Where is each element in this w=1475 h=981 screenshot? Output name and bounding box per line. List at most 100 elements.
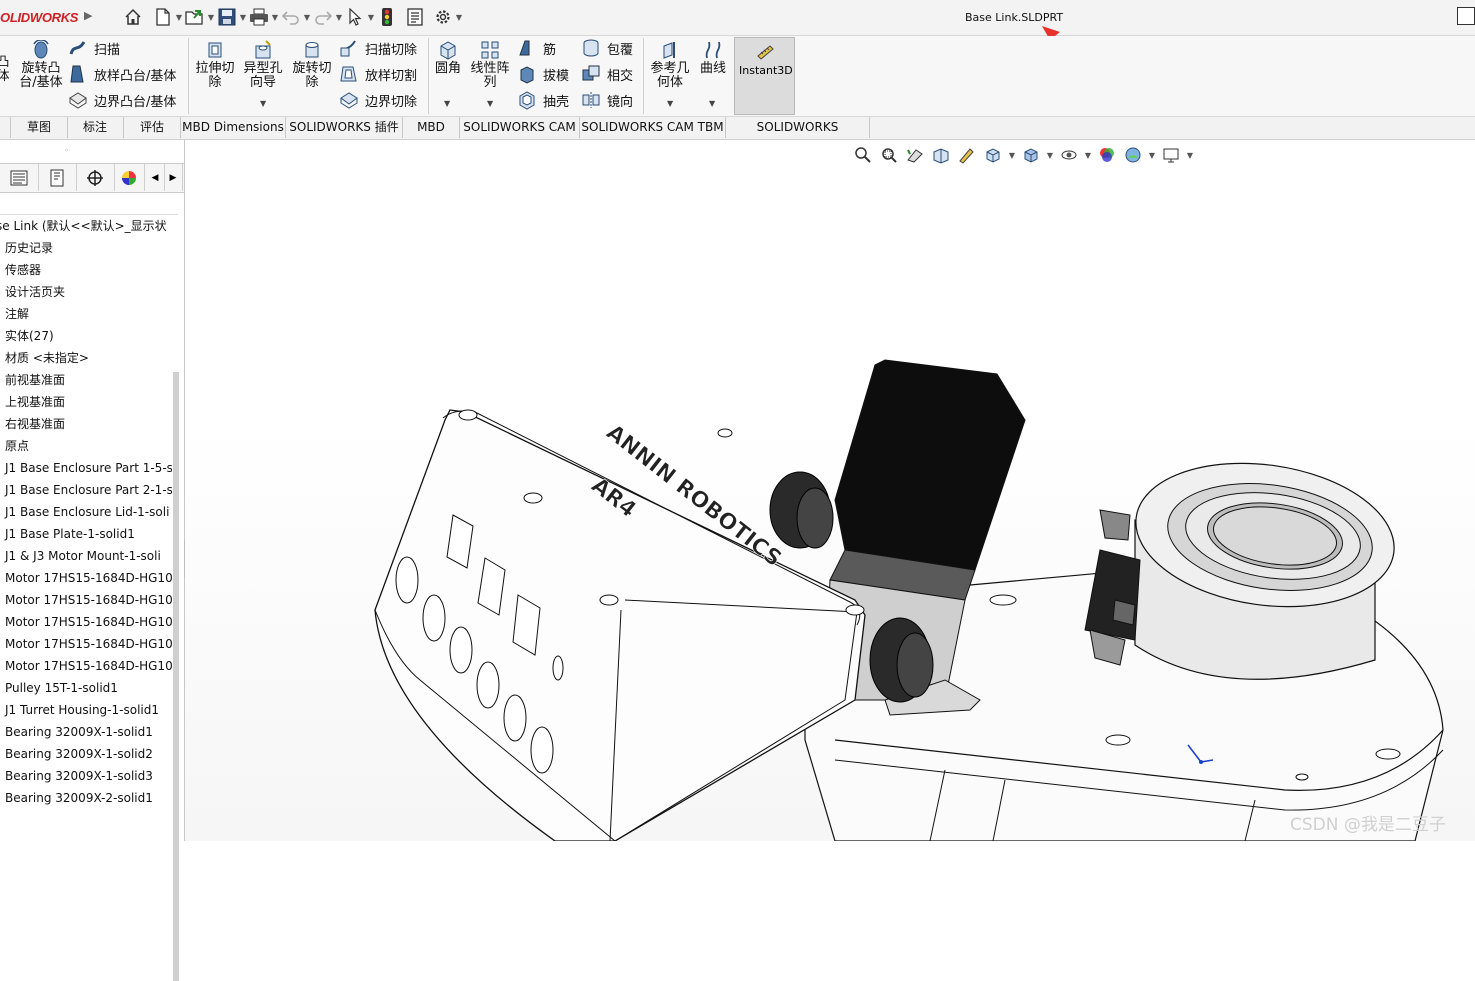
print-dropdown-arrow[interactable]: ▼ [270,13,280,22]
linear-pattern-button[interactable]: 线性阵列 [468,40,512,90]
tree-item-body[interactable]: Motor 17HS15-1684D-HG10 [0,590,172,612]
intersect-button[interactable]: 相交 [581,63,633,85]
tree-item-body[interactable]: Bearing 32009X-2-solid1 [0,788,172,810]
redo-icon[interactable] [312,6,334,28]
tree-root-part[interactable]: se Link (默认<<默认>_显示状 [0,216,172,238]
redo-dropdown-arrow[interactable]: ▼ [334,13,344,22]
swept-cut-button[interactable]: 扫描切除 [339,37,417,59]
undo-dropdown-arrow[interactable]: ▼ [302,13,312,22]
boundary-cut-button[interactable]: 边界切除 [339,89,417,111]
tree-item-body[interactable]: Motor 17HS15-1684D-HG10 [0,612,172,634]
reference-geometry-button[interactable]: 参考几 何体 [648,40,692,90]
appearance-tab-icon[interactable] [114,164,145,191]
tree-item-right-plane[interactable]: 右视基准面 [0,414,172,436]
tree-item-material[interactable]: 材质 <未指定> [0,348,172,370]
lofted-cut-button[interactable]: 放样切割 [339,63,417,85]
open-icon[interactable] [184,6,206,28]
tree-item-body[interactable]: J1 Base Enclosure Part 2-1-s [0,480,172,502]
revolve-boss-button[interactable]: 旋转凸 台/基体 [18,40,64,90]
rebuild-icon[interactable] [376,6,398,28]
title-bar: OLIDWORKS ▶ ▼ ▼ ▼ ▼ ▼ ▼ ▼ ▼ Base Link.SL… [0,0,1475,36]
tree-item-top-plane[interactable]: 上视基准面 [0,392,172,414]
panel-tab-scroll-right-icon[interactable]: ▶ [164,164,183,191]
property-manager-tab-icon[interactable] [38,164,77,191]
tab-mbd-dimensions[interactable]: MBD Dimensions [181,117,286,138]
partial-extrude-boss-button[interactable]: 凸体 [0,56,10,84]
sweep-button[interactable]: 扫描 [68,37,120,59]
tree-item-body[interactable]: Bearing 32009X-1-solid3 [0,766,172,788]
tree-item-design-binder[interactable]: 设计活页夹 [0,282,172,304]
quick-access-toolbar: ▼ ▼ ▼ ▼ ▼ ▼ ▼ ▼ [122,6,464,28]
save-dropdown-arrow[interactable]: ▼ [238,13,248,22]
new-document-icon[interactable] [152,6,174,28]
options-icon[interactable] [432,6,454,28]
boundary-boss-button[interactable]: 边界凸台/基体 [68,89,176,111]
tree-item-body[interactable]: Motor 17HS15-1684D-HG10 [0,656,172,678]
curves-dropdown-arrow[interactable]: ▼ [709,99,715,108]
graphics-area[interactable]: ▼ ▼ ▼ ▼ ▼ ANNIN ROBOTICS AR4 [185,140,1475,841]
loft-boss-button[interactable]: 放样凸台/基体 [68,63,176,85]
feature-tree-tab-icon[interactable] [0,164,39,191]
tree-item-body[interactable]: Motor 17HS15-1684D-HG10 [0,568,172,590]
open-dropdown-arrow[interactable]: ▼ [206,13,216,22]
tree-item-origin[interactable]: 原点 [0,436,172,458]
tree-item-body[interactable]: Motor 17HS15-1684D-HG10 [0,634,172,656]
scrollbar-thumb[interactable] [173,372,179,981]
draft-button[interactable]: 拔模 [517,63,569,85]
shell-button[interactable]: 抽壳 [517,89,569,111]
configuration-manager-tab-icon[interactable] [76,164,115,191]
tree-item-body[interactable]: J1 Base Plate-1-solid1 [0,524,172,546]
options-dropdown-arrow[interactable]: ▼ [454,13,464,22]
select-icon[interactable] [344,6,366,28]
new-dropdown-arrow[interactable]: ▼ [174,13,184,22]
tree-item-body[interactable]: J1 Base Enclosure Lid-1-soli [0,502,172,524]
tab-markup[interactable]: 标注 [67,117,124,138]
rib-button[interactable]: 筋 [517,37,556,59]
tab-sketch[interactable]: 草图 [10,117,68,138]
tree-item-body[interactable]: Bearing 32009X-1-solid1 [0,722,172,744]
tab-solidworks-cam[interactable]: SOLIDWORKS CAM [460,117,580,138]
tree-item-body[interactable]: J1 & J3 Motor Mount-1-soli [0,546,172,568]
print-icon[interactable] [248,6,270,28]
fillet-button[interactable]: 圆角 [432,40,464,76]
save-icon[interactable] [216,6,238,28]
mirror-button[interactable]: 镜向 [581,89,633,111]
tree-item-front-plane[interactable]: 前视基准面 [0,370,172,392]
feature-tree-scrollbar[interactable] [173,372,179,981]
tree-item-body[interactable]: Bearing 32009X-1-solid2 [0,744,172,766]
menu-expand-arrow[interactable]: ▶ [84,9,92,22]
reference-geometry-dropdown-arrow[interactable]: ▼ [667,99,673,108]
panel-tab-scroll-left-icon[interactable]: ◀ [146,164,165,191]
tree-item-sensors[interactable]: 传感器 [0,260,172,282]
undo-icon[interactable] [280,6,302,28]
revolve-cut-button[interactable]: 旋转切除 [291,40,333,90]
ribbon-separator [188,38,189,114]
tree-item-solid-bodies[interactable]: 实体(27) [0,326,172,348]
fillet-dropdown-arrow[interactable]: ▼ [444,99,450,108]
tab-mbd[interactable]: MBD [403,117,460,138]
tree-item-body[interactable]: J1 Turret Housing-1-solid1 [0,700,172,722]
tab-evaluate[interactable]: 评估 [124,117,181,138]
turret-housing-body [1134,462,1395,680]
solidworks-logo[interactable]: OLIDWORKS [0,10,78,25]
tab-solidworks-addins[interactable]: SOLIDWORKS 插件 [286,117,403,138]
linear-pattern-dropdown-arrow[interactable]: ▼ [487,99,493,108]
panel-grip[interactable]: ◦ [64,146,69,155]
hole-wizard-dropdown-arrow[interactable]: ▼ [260,99,266,108]
tree-item-annotations[interactable]: 注解 [0,304,172,326]
tab-solidworks-cam-tbm[interactable]: SOLIDWORKS CAM TBM [580,117,726,138]
extrude-cut-button[interactable]: 拉伸切除 [194,40,236,90]
tree-item-history[interactable]: 历史记录 [0,238,172,260]
instant3d-button[interactable]: Instant3D [734,37,795,115]
wrap-button[interactable]: 包覆 [581,37,633,59]
file-properties-icon[interactable] [404,6,426,28]
tree-item-body[interactable]: Pulley 15T-1-solid1 [0,678,172,700]
tree-filter-area[interactable] [0,192,178,215]
tree-item-body[interactable]: J1 Base Enclosure Part 1-5-s [0,458,172,480]
select-dropdown-arrow[interactable]: ▼ [366,13,376,22]
home-icon[interactable] [122,6,144,28]
window-control-button[interactable] [1457,7,1475,25]
curves-button[interactable]: 曲线 [697,40,729,76]
tab-solidworks-inspection[interactable]: SOLIDWORKS Inspection [726,117,870,155]
hole-wizard-button[interactable]: 异型孔 向导 [242,40,284,90]
